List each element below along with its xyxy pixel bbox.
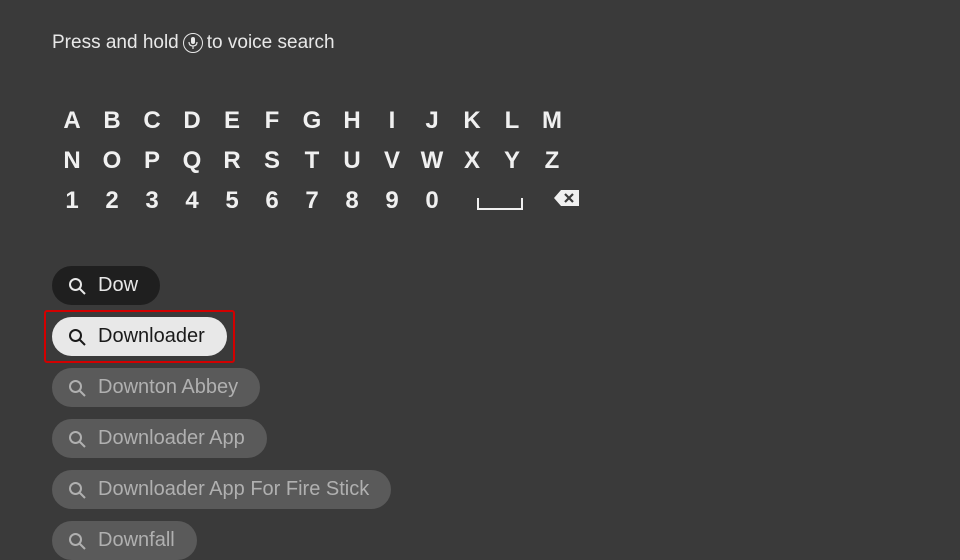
key-space[interactable] (470, 186, 530, 210)
key-6[interactable]: 6 (252, 186, 292, 216)
suggestion-label: Downfall (98, 529, 175, 552)
keyboard-row-3: 1234567890 (52, 186, 582, 216)
key-q[interactable]: Q (172, 146, 212, 176)
key-y[interactable]: Y (492, 146, 532, 176)
key-7[interactable]: 7 (292, 186, 332, 216)
key-t[interactable]: T (292, 146, 332, 176)
key-c[interactable]: C (132, 106, 172, 136)
key-g[interactable]: G (292, 106, 332, 136)
key-v[interactable]: V (372, 146, 412, 176)
key-b[interactable]: B (92, 106, 132, 136)
voice-search-hint: Press and hold to voice search (52, 32, 335, 54)
key-r[interactable]: R (212, 146, 252, 176)
suggestion-label: Downton Abbey (98, 376, 238, 399)
search-icon (68, 277, 86, 295)
key-p[interactable]: P (132, 146, 172, 176)
keyboard-row-1: ABCDEFGHIJKLM (52, 106, 582, 136)
search-suggestions: Dow Downloader Downton Abbey Downloader App… (52, 266, 391, 560)
search-icon (68, 532, 86, 550)
keyboard-row-2: NOPQRSTUVWXYZ (52, 146, 582, 176)
key-1[interactable]: 1 (52, 186, 92, 216)
key-4[interactable]: 4 (172, 186, 212, 216)
key-d[interactable]: D (172, 106, 212, 136)
key-5[interactable]: 5 (212, 186, 252, 216)
key-2[interactable]: 2 (92, 186, 132, 216)
key-h[interactable]: H (332, 106, 372, 136)
backspace-icon (553, 188, 581, 208)
key-9[interactable]: 9 (372, 186, 412, 216)
space-icon (477, 198, 523, 210)
suggestion-item[interactable]: Downloader App For Fire Stick (52, 470, 391, 509)
hint-prefix: Press and hold (52, 32, 179, 54)
search-icon (68, 328, 86, 346)
suggestion-label: Downloader (98, 325, 205, 348)
key-0[interactable]: 0 (412, 186, 452, 216)
hint-suffix: to voice search (207, 32, 335, 54)
onscreen-keyboard: ABCDEFGHIJKLM NOPQRSTUVWXYZ 1234567890 (52, 106, 582, 226)
search-icon (68, 481, 86, 499)
key-s[interactable]: S (252, 146, 292, 176)
suggestion-label: Downloader App (98, 427, 245, 450)
key-e[interactable]: E (212, 106, 252, 136)
key-j[interactable]: J (412, 106, 452, 136)
key-z[interactable]: Z (532, 146, 572, 176)
suggestion-item[interactable]: Downloader App (52, 419, 267, 458)
key-8[interactable]: 8 (332, 186, 372, 216)
key-a[interactable]: A (52, 106, 92, 136)
key-k[interactable]: K (452, 106, 492, 136)
suggestion-item[interactable]: Dow (52, 266, 160, 305)
mic-icon (183, 33, 203, 53)
suggestion-label: Downloader App For Fire Stick (98, 478, 369, 501)
key-backspace[interactable] (552, 186, 582, 210)
key-f[interactable]: F (252, 106, 292, 136)
key-m[interactable]: M (532, 106, 572, 136)
key-n[interactable]: N (52, 146, 92, 176)
suggestion-item[interactable]: Downloader (52, 317, 227, 356)
key-i[interactable]: I (372, 106, 412, 136)
key-u[interactable]: U (332, 146, 372, 176)
key-o[interactable]: O (92, 146, 132, 176)
key-w[interactable]: W (412, 146, 452, 176)
search-icon (68, 379, 86, 397)
key-x[interactable]: X (452, 146, 492, 176)
key-3[interactable]: 3 (132, 186, 172, 216)
suggestion-item[interactable]: Downfall (52, 521, 197, 560)
suggestion-item[interactable]: Downton Abbey (52, 368, 260, 407)
suggestion-label: Dow (98, 274, 138, 297)
key-l[interactable]: L (492, 106, 532, 136)
search-icon (68, 430, 86, 448)
